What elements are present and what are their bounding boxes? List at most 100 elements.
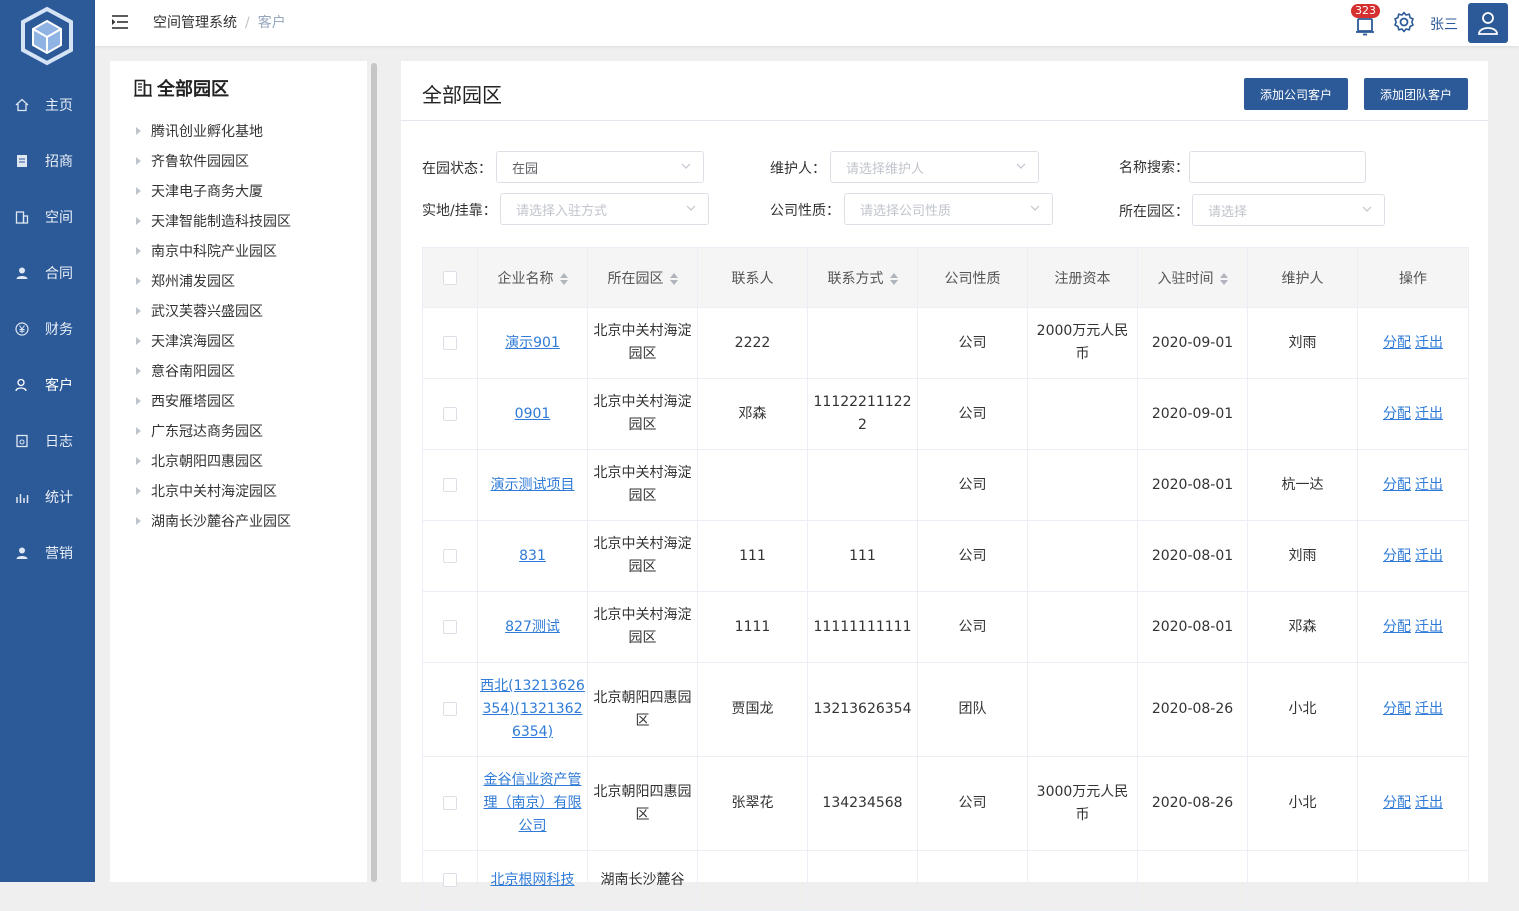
caret-right-icon[interactable] [136,427,141,435]
company-name-link[interactable]: 西北(13213626354)(13213626354) [480,678,585,740]
caret-right-icon[interactable] [136,247,141,255]
company-name-link[interactable]: 827测试 [505,619,560,635]
select-all-checkbox[interactable] [443,270,457,285]
tree-item[interactable]: 齐鲁软件园园区 [136,150,249,172]
move-out-link[interactable]: 迁出 [1415,795,1443,811]
move-out-link[interactable]: 迁出 [1415,406,1443,422]
company-name-link[interactable]: 831 [519,548,546,564]
tree-item[interactable]: 南京中科院产业园区 [136,240,277,262]
company-name-link[interactable]: 0901 [515,406,551,422]
row-checkbox[interactable] [443,619,457,634]
assign-link[interactable]: 分配 [1383,335,1411,351]
tree-item[interactable]: 北京朝阳四惠园区 [136,450,263,472]
add-team-customer-button[interactable]: 添加团队客户 [1364,78,1469,110]
add-company-customer-button[interactable]: 添加公司客户 [1244,78,1349,110]
nature-cell: 公司 [917,591,1028,663]
tree-item[interactable]: 天津电子商务大厦 [136,180,263,202]
tree-item[interactable]: 天津智能制造科技园区 [136,210,291,232]
maintainer-cell: 邓森 [1247,591,1358,663]
breadcrumb-separator: / [245,15,250,31]
col-phone[interactable]: 联系方式 [807,247,918,308]
tree-item[interactable]: 西安雁塔园区 [136,390,235,412]
tree-item[interactable]: 郑州浦发园区 [136,270,235,292]
col-entry-date[interactable]: 入驻时间 [1137,247,1248,308]
move-out-link[interactable]: 迁出 [1415,619,1443,635]
capital-cell [1027,378,1138,450]
nav-item-marketing[interactable]: 营销 [0,533,95,573]
status-select[interactable]: 在园 [496,151,704,183]
company-name-cell: 西北(13213626354)(13213626354) [477,662,588,757]
nav-item-contract[interactable]: 合同 [0,253,95,293]
tree-item[interactable]: 广东冠达商务园区 [136,420,263,442]
breadcrumb-root[interactable]: 空间管理系统 [153,15,237,31]
tree-item-label: 意谷南阳园区 [151,364,235,380]
maintainer-select[interactable]: 请选择维护人 [830,151,1039,183]
tree-item[interactable]: 北京中关村海淀园区 [136,480,277,502]
caret-right-icon[interactable] [136,127,141,135]
row-checkbox[interactable] [443,335,457,350]
assign-link[interactable]: 分配 [1383,619,1411,635]
scrollbar-thumb[interactable] [371,63,377,882]
caret-right-icon[interactable] [136,337,141,345]
capital-cell: 2000万元人民币 [1027,307,1138,379]
company-name-link[interactable]: 演示901 [505,335,560,351]
assign-link[interactable]: 分配 [1383,795,1411,811]
row-checkbox[interactable] [443,873,457,887]
sort-icon[interactable] [559,272,568,285]
caret-right-icon[interactable] [136,157,141,165]
tree-item[interactable]: 意谷南阳园区 [136,360,235,382]
gear-icon[interactable] [1393,11,1415,33]
col-park[interactable]: 所在园区 [587,247,698,308]
caret-right-icon[interactable] [136,517,141,525]
caret-right-icon[interactable] [136,187,141,195]
tree-item[interactable]: 湖南长沙麓谷产业园区 [136,510,291,532]
tree-item[interactable]: 腾讯创业孵化基地 [136,120,263,142]
company-name-link[interactable]: 演示测试项目 [491,477,575,493]
company-name-link[interactable]: 北京根网科技 [491,872,575,888]
row-checkbox[interactable] [443,548,457,563]
caret-right-icon[interactable] [136,457,141,465]
assign-link[interactable]: 分配 [1383,548,1411,564]
nav-item-space[interactable]: 空间 [0,197,95,237]
caret-right-icon[interactable] [136,277,141,285]
col-company-name[interactable]: 企业名称 [477,247,588,308]
tree-item[interactable]: 武汉芙蓉兴盛园区 [136,300,263,322]
row-checkbox[interactable] [443,796,457,810]
move-out-link[interactable]: 迁出 [1415,701,1443,717]
nav-item-log[interactable]: 日志 [0,421,95,461]
nav-item-finance[interactable]: 财务 [0,309,95,349]
assign-link[interactable]: 分配 [1383,406,1411,422]
avatar[interactable] [1468,3,1508,43]
user-name[interactable]: 张三 [1430,14,1458,34]
nav-item-investment[interactable]: 招商 [0,141,95,181]
assign-link[interactable]: 分配 [1383,701,1411,717]
assign-link[interactable]: 分配 [1383,477,1411,493]
row-checkbox[interactable] [443,477,457,492]
nature-select[interactable]: 请选择公司性质 [844,193,1053,225]
company-name-link[interactable]: 金谷信业资产管理（南京）有限公司 [484,772,582,834]
caret-right-icon[interactable] [136,487,141,495]
move-out-link[interactable]: 迁出 [1415,477,1443,493]
tree-scrollbar[interactable] [369,61,379,882]
tree-item-label: 郑州浦发园区 [151,274,235,290]
menu-toggle-icon[interactable] [111,13,129,31]
caret-right-icon[interactable] [136,367,141,375]
sort-icon[interactable] [669,272,678,285]
nav-item-home[interactable]: 主页 [0,85,95,125]
nav-item-stats[interactable]: 统计 [0,477,95,517]
nav-item-customer[interactable]: 客户 [0,365,95,405]
name-search-input[interactable] [1189,151,1366,183]
move-out-link[interactable]: 迁出 [1415,548,1443,564]
nav-item-label: 财务 [45,322,73,338]
park-select[interactable]: 请选择 [1192,194,1385,226]
row-checkbox[interactable] [443,702,457,716]
sort-icon[interactable] [889,272,898,285]
row-checkbox[interactable] [443,406,457,421]
move-out-link[interactable]: 迁出 [1415,335,1443,351]
caret-right-icon[interactable] [136,307,141,315]
entry-select[interactable]: 请选择入驻方式 [500,193,709,225]
caret-right-icon[interactable] [136,217,141,225]
tree-item[interactable]: 天津滨海园区 [136,330,235,352]
caret-right-icon[interactable] [136,397,141,405]
sort-icon[interactable] [1219,272,1228,285]
